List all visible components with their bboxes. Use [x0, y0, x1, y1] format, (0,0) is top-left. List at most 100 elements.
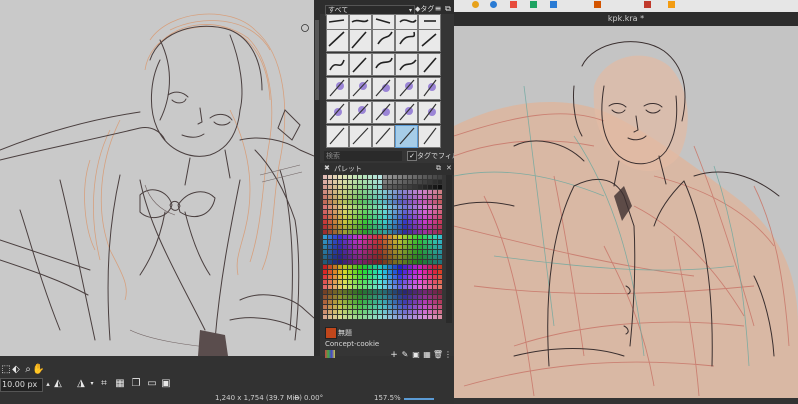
palette-swatch[interactable]: [328, 260, 332, 264]
palette-swatch[interactable]: [333, 265, 337, 269]
palette-swatch[interactable]: [323, 270, 327, 274]
palette-swatch[interactable]: [418, 215, 422, 219]
palette-swatch[interactable]: [328, 175, 332, 179]
zoom-slider[interactable]: [404, 398, 434, 400]
palette-swatch[interactable]: [428, 225, 432, 229]
palette-swatch[interactable]: [428, 175, 432, 179]
palette-swatch[interactable]: [413, 225, 417, 229]
palette-swatch[interactable]: [328, 275, 332, 279]
palette-swatch[interactable]: [403, 185, 407, 189]
palette-swatch[interactable]: [328, 295, 332, 299]
palette-swatch[interactable]: [378, 225, 382, 229]
palette-swatch[interactable]: [433, 210, 437, 214]
palette-swatch[interactable]: [378, 200, 382, 204]
palette-swatch[interactable]: [328, 305, 332, 309]
palette-swatch[interactable]: [323, 260, 327, 264]
palette-swatch[interactable]: [408, 180, 412, 184]
palette-swatch[interactable]: [338, 315, 342, 319]
palette-swatch[interactable]: [353, 255, 357, 259]
palette-swatch[interactable]: [433, 225, 437, 229]
palette-swatch[interactable]: [423, 235, 427, 239]
palette-swatch[interactable]: [348, 265, 352, 269]
palette-swatch[interactable]: [433, 185, 437, 189]
palette-swatch[interactable]: [393, 210, 397, 214]
palette-swatch[interactable]: [353, 230, 357, 234]
palette-swatch[interactable]: [393, 200, 397, 204]
palette-swatch[interactable]: [408, 235, 412, 239]
palette-swatch[interactable]: [393, 245, 397, 249]
palette-swatch[interactable]: [338, 270, 342, 274]
palette-swatch[interactable]: [423, 270, 427, 274]
palette-swatch[interactable]: [323, 215, 327, 219]
palette-swatch[interactable]: [363, 210, 367, 214]
palette-swatch[interactable]: [388, 295, 392, 299]
palette-swatch[interactable]: [328, 255, 332, 259]
palette-swatch[interactable]: [403, 295, 407, 299]
palette-swatch[interactable]: [428, 290, 432, 294]
palette-swatch[interactable]: [428, 190, 432, 194]
app-icon[interactable]: [490, 1, 497, 8]
palette-swatch[interactable]: [328, 300, 332, 304]
palette-swatch[interactable]: [423, 205, 427, 209]
palette-swatch[interactable]: [413, 185, 417, 189]
palette-swatch[interactable]: [388, 205, 392, 209]
palette-swatch[interactable]: [353, 225, 357, 229]
palette-swatch[interactable]: [438, 235, 442, 239]
palette-swatch[interactable]: [428, 280, 432, 284]
palette-swatch[interactable]: [433, 295, 437, 299]
palette-swatch[interactable]: [423, 250, 427, 254]
palette-swatch[interactable]: [413, 310, 417, 314]
palette-swatch[interactable]: [398, 305, 402, 309]
palette-swatch[interactable]: [428, 245, 432, 249]
palette-swatch[interactable]: [388, 300, 392, 304]
palette-swatch[interactable]: [368, 235, 372, 239]
palette-swatch[interactable]: [398, 210, 402, 214]
palette-swatch[interactable]: [383, 200, 387, 204]
palette-swatch[interactable]: [423, 240, 427, 244]
palette-swatch[interactable]: [393, 235, 397, 239]
palette-swatch[interactable]: [368, 175, 372, 179]
palette-swatch[interactable]: [438, 230, 442, 234]
palette-swatch[interactable]: [423, 190, 427, 194]
palette-swatch[interactable]: [393, 315, 397, 319]
palette-swatch[interactable]: [413, 315, 417, 319]
palette-swatch[interactable]: [393, 250, 397, 254]
palette-swatch[interactable]: [398, 285, 402, 289]
palette-swatch[interactable]: [343, 295, 347, 299]
palette-swatch[interactable]: [378, 305, 382, 309]
palette-swatch[interactable]: [343, 210, 347, 214]
palette-swatch[interactable]: [333, 305, 337, 309]
palette-swatch[interactable]: [343, 260, 347, 264]
palette-swatch[interactable]: [388, 180, 392, 184]
palette-swatch[interactable]: [413, 190, 417, 194]
palette-swatch[interactable]: [353, 305, 357, 309]
palette-swatch[interactable]: [373, 290, 377, 294]
palette-swatch[interactable]: [363, 295, 367, 299]
palette-swatch[interactable]: [418, 210, 422, 214]
palette-swatch[interactable]: [383, 265, 387, 269]
palette-swatch[interactable]: [408, 285, 412, 289]
palette-swatch[interactable]: [408, 305, 412, 309]
palette-swatch[interactable]: [363, 240, 367, 244]
palette-swatch[interactable]: [333, 315, 337, 319]
palette-swatch[interactable]: [413, 305, 417, 309]
palette-swatch[interactable]: [343, 290, 347, 294]
palette-swatch[interactable]: [418, 255, 422, 259]
palette-swatch[interactable]: [413, 205, 417, 209]
palette-swatch[interactable]: [438, 290, 442, 294]
palette-swatch[interactable]: [398, 195, 402, 199]
palette-swatch[interactable]: [333, 230, 337, 234]
float-docker-icon[interactable]: ⧉: [436, 164, 441, 173]
palette-swatch[interactable]: [358, 245, 362, 249]
palette-swatch[interactable]: [408, 270, 412, 274]
palette-swatch[interactable]: [323, 275, 327, 279]
crop-icon[interactable]: ⌗: [98, 378, 110, 390]
palette-swatch[interactable]: [413, 285, 417, 289]
brush-search-input[interactable]: 検索: [324, 151, 402, 161]
palette-swatch[interactable]: [438, 285, 442, 289]
palette-swatch[interactable]: [438, 265, 442, 269]
save-icon[interactable]: ▣: [160, 378, 172, 390]
current-color-swatch[interactable]: [325, 327, 337, 339]
palette-swatch[interactable]: [393, 305, 397, 309]
palette-swatch[interactable]: [333, 280, 337, 284]
